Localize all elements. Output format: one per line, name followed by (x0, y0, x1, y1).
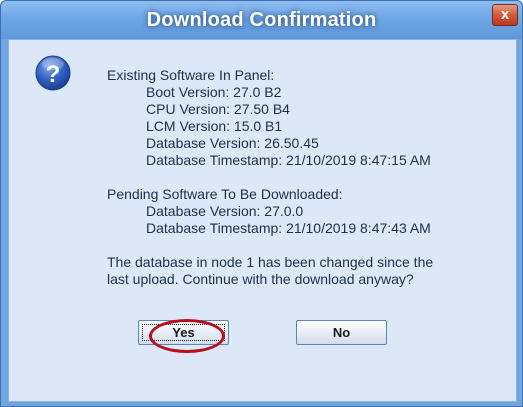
existing-software-header: Existing Software In Panel: (107, 67, 275, 83)
dialog-content: ? Existing Software In Panel: Boot Versi… (8, 39, 517, 402)
dialog-window: Download Confirmation x ? Existing Softw… (0, 0, 523, 407)
boot-version-line: Boot Version: 27.0 B2 (146, 84, 282, 100)
close-button[interactable]: x (492, 4, 518, 26)
confirmation-question-line-2: last upload. Continue with the download … (107, 271, 414, 287)
pending-database-version-line: Database Version: 27.0.0 (146, 203, 304, 219)
yes-button[interactable]: Yes (138, 320, 229, 345)
database-version-line: Database Version: 26.50.45 (146, 135, 319, 151)
question-glyph: ? (46, 61, 61, 88)
title-bar[interactable]: Download Confirmation x (1, 1, 522, 39)
question-icon: ? (35, 55, 71, 91)
dialog-title: Download Confirmation (146, 9, 377, 31)
pending-database-timestamp-line: Database Timestamp: 21/10/2019 8:47:43 A… (146, 220, 431, 236)
pending-software-header: Pending Software To Be Downloaded: (107, 186, 343, 202)
message-text: Existing Software In Panel: Boot Version… (107, 67, 507, 288)
lcm-version-line: LCM Version: 15.0 B1 (146, 118, 283, 134)
database-timestamp-line: Database Timestamp: 21/10/2019 8:47:15 A… (146, 152, 431, 168)
no-button[interactable]: No (296, 320, 387, 345)
confirmation-question-line-1: The database in node 1 has been changed … (107, 254, 434, 270)
cpu-version-line: CPU Version: 27.50 B4 (146, 101, 290, 117)
